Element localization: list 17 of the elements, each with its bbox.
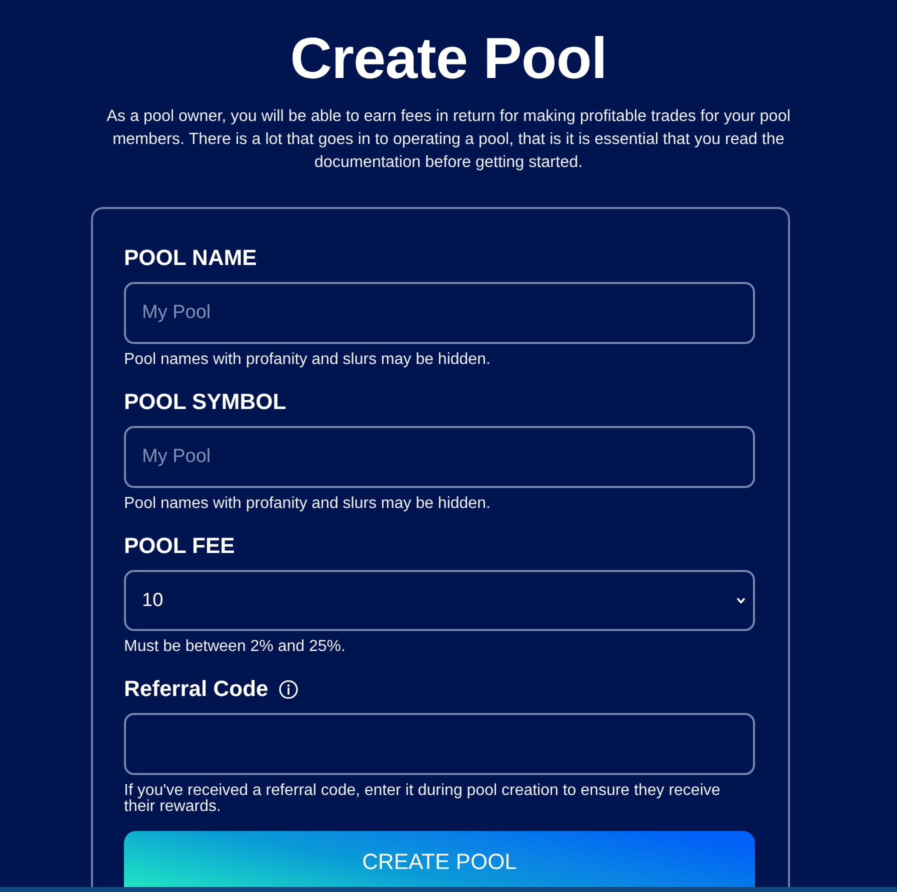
input-field[interactable]: [124, 713, 755, 775]
field-label: POOL FEE: [124, 533, 235, 559]
select-field[interactable]: 10: [124, 570, 755, 631]
field-label: POOL SYMBOL: [124, 389, 286, 415]
field-label: Referral Code: [124, 676, 268, 702]
help-text: If you've received a referral code, enter it during pool creation to ensure they receive their rewards.: [124, 782, 722, 816]
help-text: Pool names with profanity and slurs may be hidden.: [124, 495, 492, 513]
create-pool-button[interactable]: CREATE POOL: [124, 831, 755, 887]
field-label: POOL NAME: [124, 245, 257, 271]
page-title: Create Pool: [290, 26, 607, 92]
chevron-icon: [737, 598, 745, 604]
input-field[interactable]: My Pool: [124, 426, 755, 488]
input-field[interactable]: My Pool: [124, 282, 755, 344]
help-text: Pool names with profanity and slurs may be hidden.: [124, 351, 492, 369]
help-text: Must be between 2% and 25%.: [124, 638, 346, 656]
info-icon[interactable]: [279, 680, 298, 698]
intro-text: As a pool owner, you will be able to earn fees in return for making profitable trades for your pool members. There is a lot that goes in to operating a pool, that is it is essential that you read the documentation before getting started.: [106, 106, 792, 173]
